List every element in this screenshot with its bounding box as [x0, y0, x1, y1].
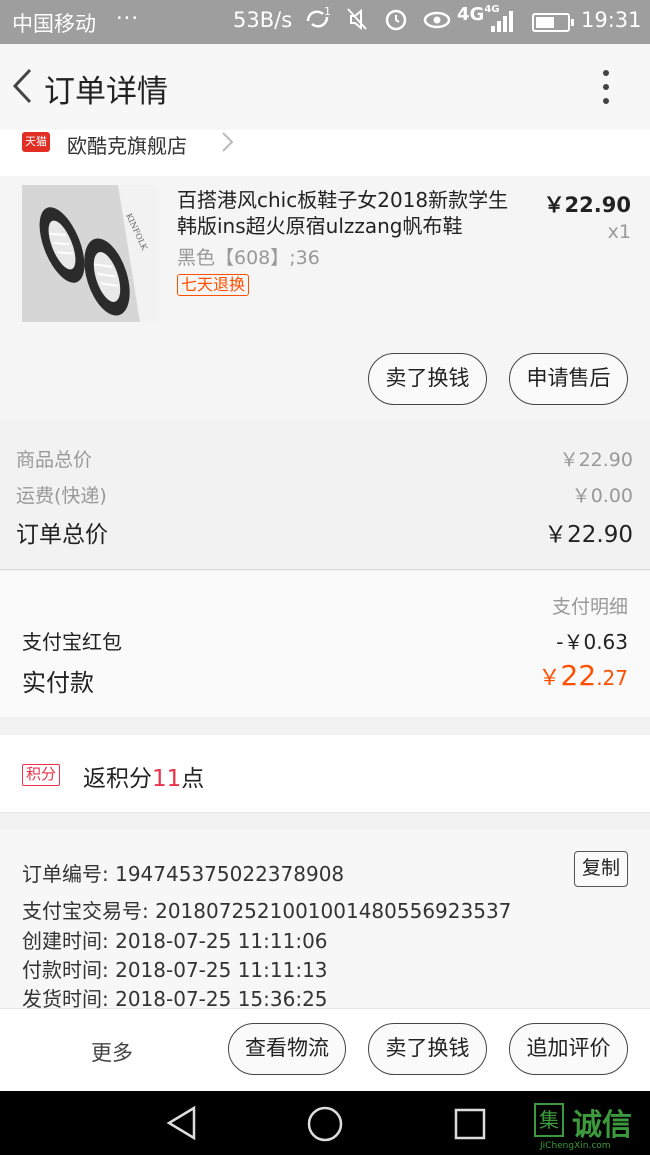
eye-icon: [422, 6, 452, 37]
status-icons: 1: [304, 5, 459, 37]
view-logistics-button[interactable]: 查看物流: [228, 1023, 346, 1075]
copy-button[interactable]: 复制: [574, 851, 628, 887]
paid-time: 2018-07-25 11:11:13: [115, 958, 328, 982]
svg-text:1: 1: [324, 6, 331, 18]
product-variant: 黑色【608】;36: [177, 247, 320, 269]
shop-row[interactable]: 天猫 欧酷克旗舰店: [0, 130, 650, 176]
alipay-trade-number: 2018072521001001480556923537: [155, 899, 512, 923]
notification-dots: ···: [116, 6, 140, 30]
points-row: 积分 返积分11点: [0, 735, 650, 813]
created-time: 2018-07-25 11:11:06: [115, 929, 328, 953]
resell-bottom-button[interactable]: 卖了换钱: [368, 1023, 487, 1075]
alipay-trade-row: 支付宝交易号: 2018072521001001480556923537: [22, 899, 512, 923]
product-price: ￥22.90: [543, 193, 631, 217]
product-thumbnail[interactable]: KINFOLK: [22, 185, 159, 322]
more-menu-icon[interactable]: [598, 70, 614, 106]
points-badge: 积分: [22, 764, 61, 786]
back-icon[interactable]: [10, 68, 36, 104]
shop-name: 欧酷克旗舰店: [67, 134, 187, 158]
battery-icon: [532, 13, 574, 32]
payment-detail: 支付明细 支付宝红包 -￥0.63 实付款 ￥22.27: [0, 571, 650, 717]
shipping-label: 运费(快递): [16, 485, 107, 507]
payment-detail-link: 支付明细: [551, 596, 628, 618]
alarm-icon: [383, 6, 409, 37]
more-button[interactable]: 更多: [91, 1037, 133, 1067]
clock: 19:31: [581, 8, 642, 32]
watermark-url: JiChengXin.com: [540, 1141, 611, 1151]
points-count: 11: [152, 766, 182, 792]
product-quantity: x1: [607, 221, 631, 243]
carrier-name: 中国移动: [12, 12, 96, 36]
status-bar: 中国移动 ··· 53B/s 1 4G4G 19:31: [0, 0, 650, 44]
order-number: 194745375022378908: [115, 862, 345, 886]
amount-paid-value: ￥22.27: [538, 659, 628, 692]
goods-total-value: ￥22.90: [559, 449, 633, 471]
chevron-right-icon: [218, 132, 236, 152]
amount-paid-label: 实付款: [22, 669, 94, 697]
redpacket-label: 支付宝红包: [22, 630, 122, 654]
order-number-row: 订单编号: 194745375022378908: [22, 862, 345, 886]
watermark-icon: 集: [534, 1103, 564, 1137]
nav-back-icon[interactable]: [164, 1105, 198, 1145]
page-title: 订单详情: [44, 74, 168, 110]
created-time-row: 创建时间: 2018-07-25 11:11:06: [22, 929, 328, 953]
add-review-button[interactable]: 追加评价: [509, 1023, 628, 1075]
nav-home-icon[interactable]: [306, 1105, 344, 1147]
points-text: 返积分11点: [83, 766, 205, 792]
mute-icon: [345, 6, 369, 37]
return-policy-tag: 七天退换: [177, 274, 250, 296]
paid-time-row: 付款时间: 2018-07-25 11:11:13: [22, 958, 328, 982]
resell-button[interactable]: 卖了换钱: [368, 353, 487, 405]
watermark-logo: 集 诚信 JiChengXin.com: [534, 1096, 650, 1155]
network-speed: 53B/s: [233, 8, 293, 32]
price-summary: 商品总价 ￥22.90 运费(快递) ￥0.00 订单总价 ￥22.90: [0, 420, 650, 570]
order-total-value: ￥22.90: [544, 522, 633, 548]
bottom-action-bar: 更多 查看物流 卖了换钱 追加评价: [0, 1008, 650, 1091]
sync-icon: 1: [304, 5, 332, 37]
order-total-label: 订单总价: [16, 522, 108, 548]
redpacket-value: -￥0.63: [556, 630, 628, 654]
goods-total-label: 商品总价: [16, 449, 93, 471]
after-sale-button[interactable]: 申请售后: [509, 353, 628, 405]
shipping-value: ￥0.00: [571, 485, 633, 507]
nav-recents-icon[interactable]: [453, 1107, 487, 1145]
product-name[interactable]: 百搭港风chic板鞋子女2018新款学生韩版ins超火原宿ulzzang帆布鞋: [177, 187, 517, 239]
product-card: KINFOLK 百搭港风chic板鞋子女2018新款学生韩版ins超火原宿ulz…: [0, 176, 650, 420]
signal-icon: [489, 10, 517, 32]
watermark-text: 诚信: [572, 1108, 632, 1143]
order-info: 订单编号: 194745375022378908 复制 支付宝交易号: 2018…: [0, 829, 650, 1011]
app-header: 订单详情: [0, 44, 650, 130]
tmall-badge: 天猫: [22, 132, 50, 152]
